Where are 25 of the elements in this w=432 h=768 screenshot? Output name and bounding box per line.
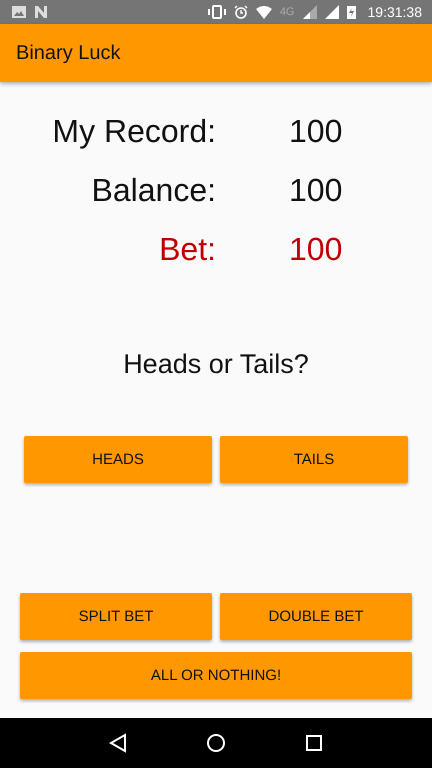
signal-icon <box>302 5 316 19</box>
stat-label: Bet: <box>158 230 216 269</box>
home-icon <box>206 733 226 753</box>
stat-value: 100 <box>289 171 344 210</box>
all-or-nothing-button[interactable]: ALL OR NOTHING! <box>20 652 412 699</box>
prompt-text: Heads or Tails? <box>122 349 310 380</box>
stat-value: 100 <box>289 112 344 151</box>
stat-label: My Record: <box>51 112 216 151</box>
choice-button[interactable]: TAILS <box>220 436 408 483</box>
signal-icon <box>324 5 338 19</box>
recents-icon <box>304 734 323 752</box>
vibrate-icon <box>208 5 226 19</box>
stat-label: Balance: <box>90 171 216 210</box>
app-title: Binary Luck <box>16 42 120 64</box>
clock-time: 19:31:38 <box>368 4 422 20</box>
bet-button[interactable]: DOUBLE BET <box>220 593 412 640</box>
stat-value: 100 <box>289 230 344 269</box>
n-logo-icon <box>34 6 48 18</box>
choice-button[interactable]: HEADS <box>24 436 212 483</box>
back-icon <box>109 733 128 753</box>
battery-charging-icon <box>346 5 356 19</box>
alarm-icon <box>234 5 248 19</box>
bet-button[interactable]: SPLIT BET <box>20 593 212 640</box>
image-icon <box>12 6 26 18</box>
wifi-icon <box>256 6 272 18</box>
